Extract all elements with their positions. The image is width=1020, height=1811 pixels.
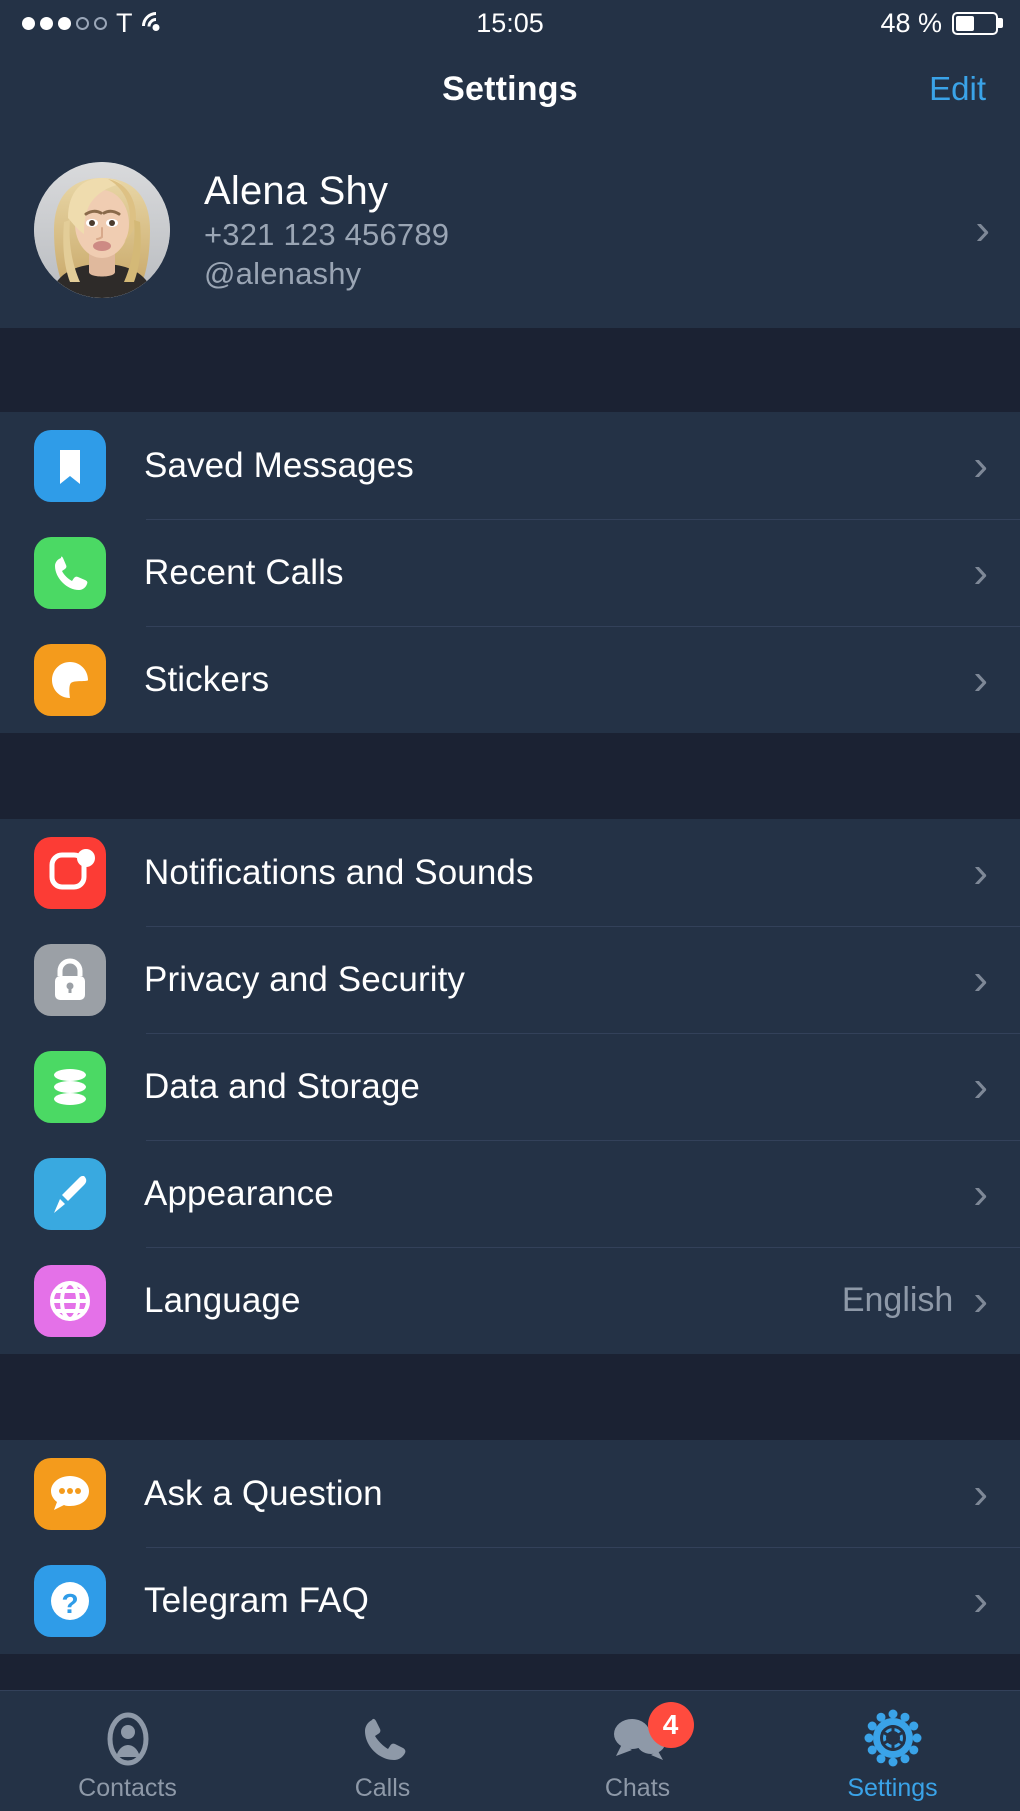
tab-label: Settings <box>847 1773 938 1802</box>
profile-name: Alena Shy <box>204 168 389 213</box>
status-bar: T 15:05 48 % <box>0 0 1020 46</box>
tab-label: Calls <box>354 1773 411 1802</box>
chevron-right-icon: › <box>973 1061 988 1111</box>
settings-row-telegram-faq[interactable]: ? Telegram FAQ › <box>0 1547 1020 1654</box>
tab-contacts[interactable]: Contacts <box>0 1700 255 1803</box>
settings-group-1: Saved Messages › Recent Calls › Stickers › <box>0 412 1020 733</box>
battery-icon <box>952 11 1003 35</box>
tab-chats[interactable]: 4 Chats <box>510 1700 765 1803</box>
globe-icon <box>34 1264 106 1337</box>
tab-settings[interactable]: Settings <box>765 1700 1020 1803</box>
paintbrush-icon <box>34 1157 106 1230</box>
chevron-right-icon: › <box>973 847 988 897</box>
edit-button[interactable]: Edit <box>929 70 986 108</box>
chevron-right-icon: › <box>973 1275 988 1325</box>
settings-row-label: Notifications and Sounds <box>144 852 534 892</box>
tab-bar: Contacts Calls 4 Chats Settings <box>0 1690 1020 1811</box>
navigation-bar: Settings Edit <box>0 46 1020 132</box>
settings-row-label: Language <box>144 1280 301 1320</box>
settings-row-language[interactable]: Language English › <box>0 1247 1020 1354</box>
settings-row-notifications-and-sounds[interactable]: Notifications and Sounds › <box>0 819 1020 926</box>
settings-row-recent-calls[interactable]: Recent Calls › <box>0 519 1020 626</box>
chevron-right-icon: › <box>973 1168 988 1218</box>
telegram-settings-screen: T 15:05 48 % Settings Edit Alena Shy +32… <box>0 0 1020 1811</box>
status-bar-clock: 15:05 <box>476 7 544 38</box>
chevron-right-icon: › <box>973 954 988 1004</box>
settings-row-label: Ask a Question <box>144 1473 383 1513</box>
chevron-right-icon: › <box>973 1575 988 1625</box>
chevron-right-icon: › <box>973 547 988 597</box>
settings-row-saved-messages[interactable]: Saved Messages › <box>0 412 1020 519</box>
gear-icon <box>863 1706 923 1768</box>
tab-label: Contacts <box>78 1773 177 1802</box>
chevron-right-icon: › <box>973 440 988 490</box>
settings-row-label: Appearance <box>144 1173 334 1213</box>
profile-username: @alenashy <box>204 255 362 291</box>
chevron-right-icon: › <box>975 205 990 254</box>
bookmark-icon <box>34 429 106 502</box>
section-gap <box>0 1354 1020 1440</box>
section-gap <box>0 328 1020 412</box>
sticker-icon <box>34 643 106 716</box>
page-title: Settings <box>442 69 578 108</box>
settings-row-label: Stickers <box>144 659 270 699</box>
settings-row-label: Recent Calls <box>144 552 344 592</box>
settings-row-data-and-storage[interactable]: Data and Storage › <box>0 1033 1020 1140</box>
settings-row-stickers[interactable]: Stickers › <box>0 626 1020 733</box>
chat-bubble-icon <box>34 1457 106 1530</box>
settings-row-privacy-and-security[interactable]: Privacy and Security › <box>0 926 1020 1033</box>
settings-row-ask-a-question[interactable]: Ask a Question › <box>0 1440 1020 1547</box>
notification-bell-icon <box>34 836 106 909</box>
chevron-right-icon: › <box>973 654 988 704</box>
settings-row-detail: English <box>841 1281 954 1319</box>
calls-icon <box>354 1706 412 1768</box>
profile-row[interactable]: Alena Shy +321 123 456789 @alenashy › <box>0 132 1020 328</box>
contacts-icon <box>99 1706 157 1768</box>
settings-row-appearance[interactable]: Appearance › <box>0 1140 1020 1247</box>
chats-icon: 4 <box>606 1701 694 1768</box>
unread-badge: 4 <box>647 1701 694 1748</box>
database-icon <box>34 1050 106 1123</box>
settings-row-label: Privacy and Security <box>144 959 466 999</box>
profile-text: Alena Shy +321 123 456789 @alenashy <box>204 169 449 292</box>
question-mark-icon: ? <box>34 1564 106 1637</box>
settings-row-label: Telegram FAQ <box>144 1580 369 1620</box>
phone-icon <box>34 536 106 609</box>
settings-row-label: Saved Messages <box>144 445 414 485</box>
settings-group-3: Ask a Question ›? Telegram FAQ › <box>0 1440 1020 1654</box>
lock-icon <box>34 943 106 1016</box>
settings-list: Saved Messages › Recent Calls › Stickers › Not… <box>0 412 1020 1654</box>
tab-calls[interactable]: Calls <box>255 1700 510 1803</box>
settings-group-2: Notifications and Sounds › Privacy and Sec… <box>0 819 1020 1354</box>
svg-text:?: ? <box>61 1588 78 1619</box>
section-gap <box>0 733 1020 819</box>
settings-row-label: Data and Storage <box>144 1066 420 1106</box>
chevron-right-icon: › <box>973 1468 988 1518</box>
avatar[interactable] <box>34 162 170 298</box>
profile-phone: +321 123 456789 <box>204 216 450 252</box>
tab-label: Chats <box>604 1773 671 1802</box>
